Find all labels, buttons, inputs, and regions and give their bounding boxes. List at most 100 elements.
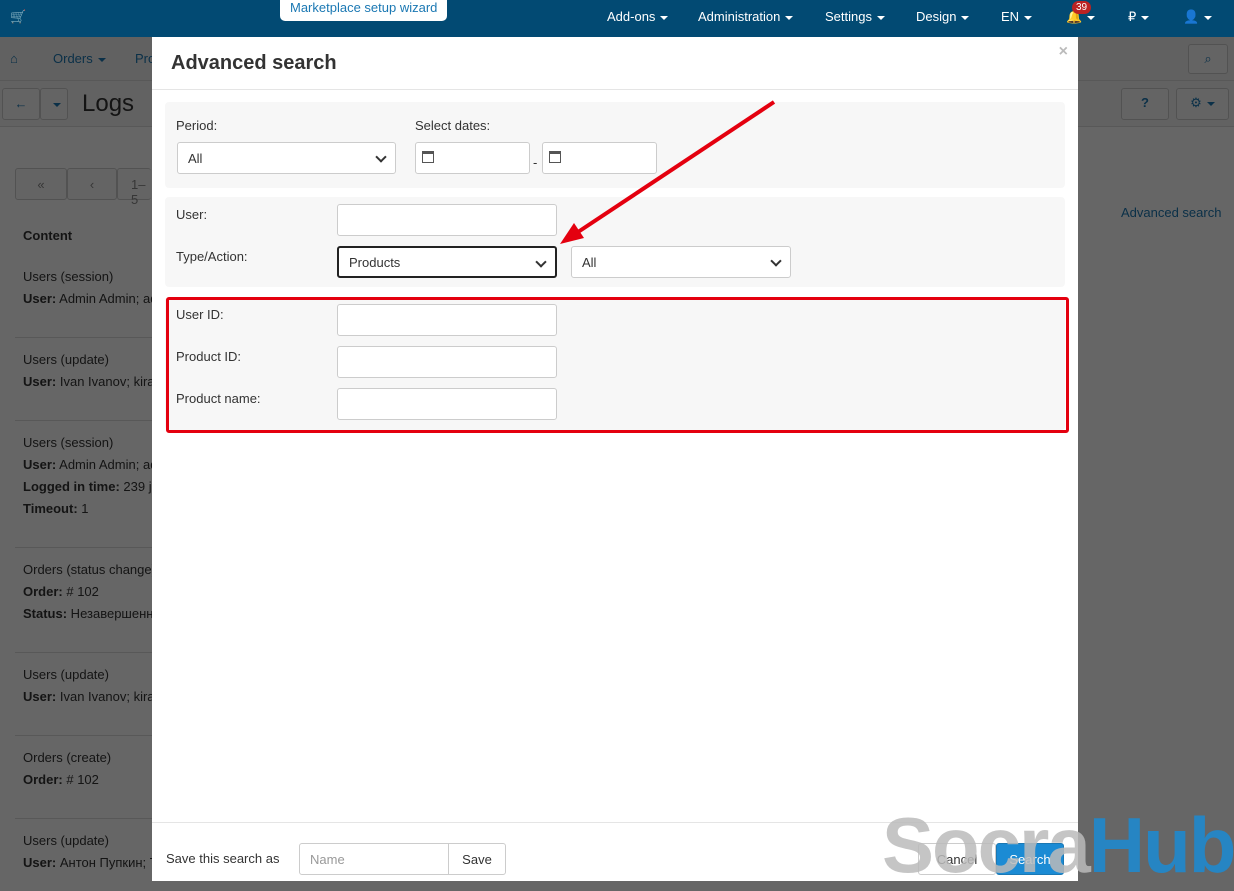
log-item-detail: User: Антон Пупкин; T xyxy=(23,852,158,874)
gear-icon: ⚙ xyxy=(1190,95,1202,110)
date-from-input[interactable] xyxy=(415,142,530,174)
log-item-detail: User: Ivan Ivanov; kira- xyxy=(23,371,159,393)
log-item-title: Users (update) xyxy=(23,667,109,682)
detail-key: User: xyxy=(23,855,57,870)
menu-label: Add-ons xyxy=(607,9,656,24)
detail-key: Order: xyxy=(23,772,63,787)
divider xyxy=(15,652,155,653)
nav-label: Orders xyxy=(53,51,93,66)
menu-label: Administration xyxy=(698,9,781,24)
dates-label: Select dates: xyxy=(415,118,491,133)
currency-menu[interactable]: ₽ xyxy=(1128,9,1150,25)
page-title: Logs xyxy=(82,90,135,117)
search-icon: ⌕ xyxy=(1204,51,1212,66)
divider xyxy=(15,818,155,819)
menu-label: Settings xyxy=(825,9,872,24)
detail-value: # 102 xyxy=(62,584,99,599)
log-item-detail: User: Admin Admin; ad xyxy=(23,288,157,310)
log-item: Users (session) User: Admin Admin; ad Logg… xyxy=(23,432,159,520)
action-value: All xyxy=(582,255,597,270)
advanced-search-modal: Advanced search × Period: All Select dat… xyxy=(152,37,1078,881)
log-item: Orders (status change) Order: # 102 Status… xyxy=(23,559,156,625)
log-item-detail: Logged in time: 239 jh xyxy=(23,476,159,498)
menu-addons[interactable]: Add-ons xyxy=(607,9,669,24)
close-icon[interactable]: × xyxy=(1059,43,1068,61)
currency-label: ₽ xyxy=(1128,9,1137,24)
detail-value: Admin Admin; ad xyxy=(56,291,158,306)
date-to-input[interactable] xyxy=(542,142,657,174)
back-button[interactable]: ← xyxy=(2,88,40,120)
back-dropdown[interactable] xyxy=(40,88,68,120)
search-button[interactable]: ⌕ xyxy=(1188,44,1228,74)
log-item-detail: Status: Незавершенн xyxy=(23,603,156,625)
divider xyxy=(15,420,155,421)
divider xyxy=(15,735,155,736)
period-value: All xyxy=(188,151,203,166)
detail-key: User: xyxy=(23,291,57,306)
page-range: 1–5 xyxy=(117,168,151,207)
user-menu[interactable]: 👤 xyxy=(1183,9,1213,25)
divider xyxy=(152,89,1078,90)
search-name-input[interactable]: Name xyxy=(299,843,449,875)
detail-key: User: xyxy=(23,457,57,472)
log-item-title: Users (update) xyxy=(23,352,109,367)
watermark-logo: SocraHub xyxy=(882,801,1234,889)
log-item-detail: User: Admin Admin; ad xyxy=(23,454,159,476)
detail-key: Timeout: xyxy=(23,501,78,516)
first-page-button[interactable]: « xyxy=(15,168,67,200)
log-item: Orders (create) Order: # 102 xyxy=(23,747,111,791)
detail-value: Ivan Ivanov; kira- xyxy=(56,689,159,704)
save-button[interactable]: Save xyxy=(448,843,506,875)
cart-icon[interactable]: 🛒 xyxy=(10,9,26,25)
name-placeholder: Name xyxy=(310,852,345,867)
detail-key: Status: xyxy=(23,606,68,621)
detail-value: 1 xyxy=(77,501,89,516)
detail-value: Незавершенн xyxy=(67,606,154,621)
detail-value: Антон Пупкин; T xyxy=(56,855,158,870)
detail-value: # 102 xyxy=(62,772,99,787)
detail-value: Ivan Ivanov; kira- xyxy=(56,374,159,389)
log-item-title: Users (session) xyxy=(23,435,114,450)
column-header-content: Content xyxy=(23,228,73,243)
menu-design[interactable]: Design xyxy=(916,9,970,24)
menu-language[interactable]: EN xyxy=(1001,9,1033,24)
question-icon: ? xyxy=(1141,95,1149,110)
marketplace-wizard-button[interactable]: Marketplace setup wizard xyxy=(280,0,448,21)
divider xyxy=(15,337,155,338)
arrow-left-icon: ← xyxy=(14,96,28,111)
help-button[interactable]: ? xyxy=(1121,88,1169,120)
type-select[interactable]: Products xyxy=(337,246,557,278)
divider xyxy=(15,547,155,548)
user-type-panel: User: Type/Action: Products All xyxy=(165,197,1065,287)
log-item: Users (session) User: Admin Admin; ad xyxy=(23,266,157,310)
menu-label: EN xyxy=(1001,9,1020,24)
user-input[interactable] xyxy=(337,204,557,236)
log-item-detail: Order: # 102 xyxy=(23,581,156,603)
log-item: Users (update) User: Ivan Ivanov; kira- xyxy=(23,349,159,393)
action-select[interactable]: All xyxy=(571,246,791,278)
log-item-title: Users (session) xyxy=(23,269,114,284)
detail-key: Order: xyxy=(23,584,63,599)
top-navbar: 🛒 Add-ons Administration Settings Design… xyxy=(0,0,1234,37)
calendar-icon xyxy=(549,151,561,163)
log-item-title: Users (update) xyxy=(23,833,109,848)
nav-orders[interactable]: Orders xyxy=(53,51,106,66)
period-label: Period: xyxy=(176,118,218,133)
period-select[interactable]: All xyxy=(177,142,396,174)
log-item-title: Orders (create) xyxy=(23,750,112,765)
menu-administration[interactable]: Administration xyxy=(698,9,794,24)
detail-key: Logged in time: xyxy=(23,479,120,494)
log-item-detail: Order: # 102 xyxy=(23,769,111,791)
home-icon[interactable]: ⌂ xyxy=(10,51,18,66)
log-item: Users (update) User: Антон Пупкин; T xyxy=(23,830,158,874)
prev-page-button[interactable]: ‹ xyxy=(67,168,117,200)
dates-separator: - xyxy=(533,155,538,170)
modal-title: Advanced search xyxy=(171,52,337,74)
menu-settings[interactable]: Settings xyxy=(825,9,885,24)
log-item-title: Orders (status change) xyxy=(23,562,156,577)
advanced-search-link[interactable]: Advanced search xyxy=(1121,205,1221,220)
detail-key: User: xyxy=(23,374,57,389)
settings-dropdown[interactable]: ⚙ xyxy=(1176,88,1229,120)
detail-value: Admin Admin; ad xyxy=(56,457,158,472)
annotation-highlight-box xyxy=(166,297,1069,433)
